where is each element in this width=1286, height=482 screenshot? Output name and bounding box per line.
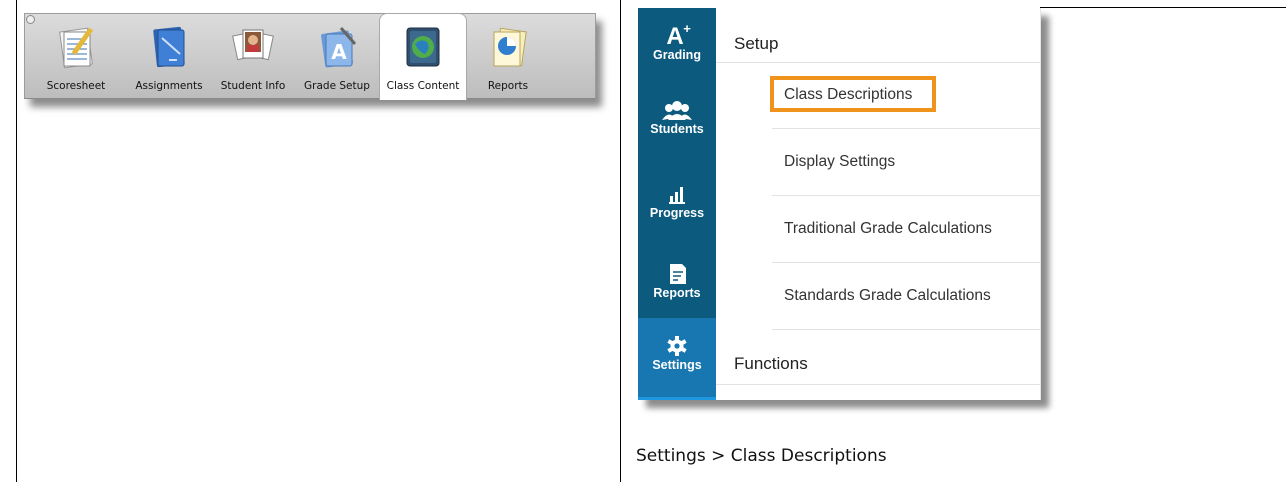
gear-icon: [667, 336, 687, 356]
toolbar-button-grade-setup[interactable]: A Grade Setup: [295, 14, 379, 98]
menu-item-traditional-grade-calculations[interactable]: Traditional Grade Calculations: [772, 196, 1040, 263]
toolbar-label: Assignments: [135, 80, 203, 92]
table-border-left: [16, 0, 17, 482]
highlight-box: [770, 76, 936, 112]
toolbar-button-assignments[interactable]: Assignments: [127, 14, 211, 98]
menu-item-label: Standards Grade Calculations: [784, 287, 991, 304]
menu-item-standards-grade-calculations[interactable]: Standards Grade Calculations: [772, 263, 1040, 330]
functions-heading: Functions: [734, 354, 808, 373]
toolbar-label: Student Info: [220, 80, 286, 92]
table-border-middle: [620, 0, 621, 482]
students-icon: [662, 101, 692, 120]
svg-text:A: A: [666, 23, 683, 48]
svg-text:+: +: [683, 22, 691, 36]
scoresheet-icon: [59, 27, 94, 69]
a-plus-icon: A +: [666, 22, 691, 48]
reports-icon: [493, 27, 527, 67]
setup-heading: Setup: [734, 34, 779, 53]
settings-panel: A + Grading Students Progress Reports Se…: [638, 8, 1041, 400]
table-border-top-right: [1040, 7, 1286, 8]
nav-label: Progress: [649, 206, 705, 220]
student-info-icon: [232, 29, 274, 61]
caption: Settings > Class Descriptions: [636, 446, 887, 466]
progress-chart-icon: [669, 187, 685, 204]
toolbar-button-scoresheet[interactable]: Scoresheet: [25, 14, 127, 98]
toolbar-label: Class Content: [386, 80, 460, 92]
nav-rail: A + Grading Students Progress Reports Se…: [638, 8, 716, 400]
divider: [716, 384, 1040, 385]
menu-item-display-settings[interactable]: Display Settings: [772, 129, 1040, 196]
mac-app-toolbar: Scoresheet Assignments Student Info A Gr: [24, 13, 596, 100]
nav-item-reports[interactable]: Reports: [638, 258, 716, 320]
toolbar-label: Grade Setup: [304, 80, 370, 92]
settings-content: Setup Class Descriptions Display Setting…: [716, 8, 1040, 400]
toolbar-button-student-info[interactable]: Student Info: [211, 14, 295, 98]
reports-doc-icon: [670, 264, 686, 284]
menu-item-label: Display Settings: [784, 153, 896, 170]
svg-text:A: A: [331, 40, 347, 64]
menu-item-label: Traditional Grade Calculations: [784, 220, 992, 237]
nav-item-progress[interactable]: Progress: [638, 178, 716, 240]
nav-item-students[interactable]: Students: [638, 94, 716, 156]
toolbar-button-reports[interactable]: Reports: [465, 14, 551, 98]
nav-label: Reports: [653, 286, 701, 300]
nav-item-settings[interactable]: Settings: [638, 318, 716, 400]
nav-label: Students: [650, 122, 704, 136]
nav-label: Grading: [653, 48, 701, 62]
nav-item-grading[interactable]: A + Grading: [638, 18, 716, 80]
grade-setup-icon: A: [321, 27, 357, 68]
assignments-icon: [153, 26, 185, 68]
class-content-icon: [406, 27, 440, 67]
nav-label: Settings: [652, 358, 702, 372]
toolbar-label: Reports: [487, 80, 529, 92]
toolbar-button-class-content[interactable]: Class Content: [379, 13, 467, 100]
toolbar-label: Scoresheet: [46, 80, 106, 92]
